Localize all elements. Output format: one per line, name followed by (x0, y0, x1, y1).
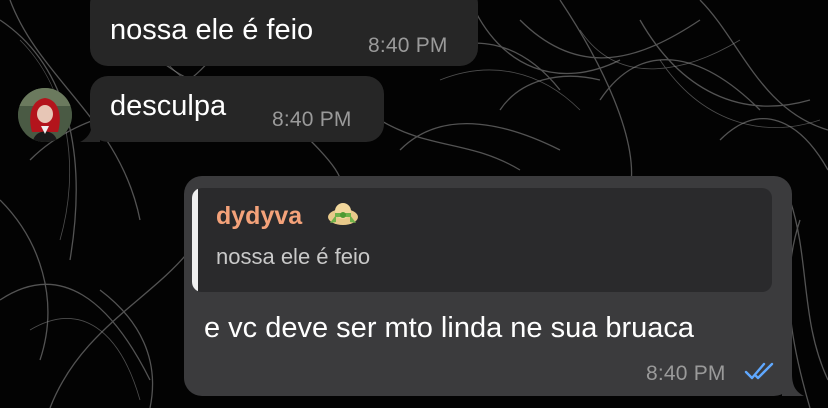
avatar-image (18, 88, 72, 142)
message-text: e vc deve ser mto linda ne sua bruaca (204, 312, 695, 344)
quoted-sender-name: dydyva (216, 202, 303, 230)
quoted-message-text: nossa ele é feio (216, 244, 371, 269)
bubble-tail (80, 122, 100, 142)
message-time: 8:40 PM (272, 108, 352, 131)
avatar[interactable] (18, 88, 72, 142)
bubble-tail (782, 374, 804, 396)
double-check-icon (744, 362, 774, 380)
quoted-reply[interactable]: dydyva nossa ele é feio (192, 188, 772, 292)
message-text: desculpa (110, 90, 227, 122)
hat-with-bow-icon (328, 203, 358, 225)
message-time: 8:40 PM (646, 362, 726, 385)
message-time: 8:40 PM (368, 34, 448, 57)
message-text: nossa ele é feio (110, 14, 314, 46)
incoming-message-bubble[interactable]: nossa ele é feio 8:40 PM (90, 0, 478, 66)
quote-accent-bar (192, 188, 198, 292)
incoming-message-bubble[interactable]: desculpa 8:40 PM (90, 76, 384, 142)
